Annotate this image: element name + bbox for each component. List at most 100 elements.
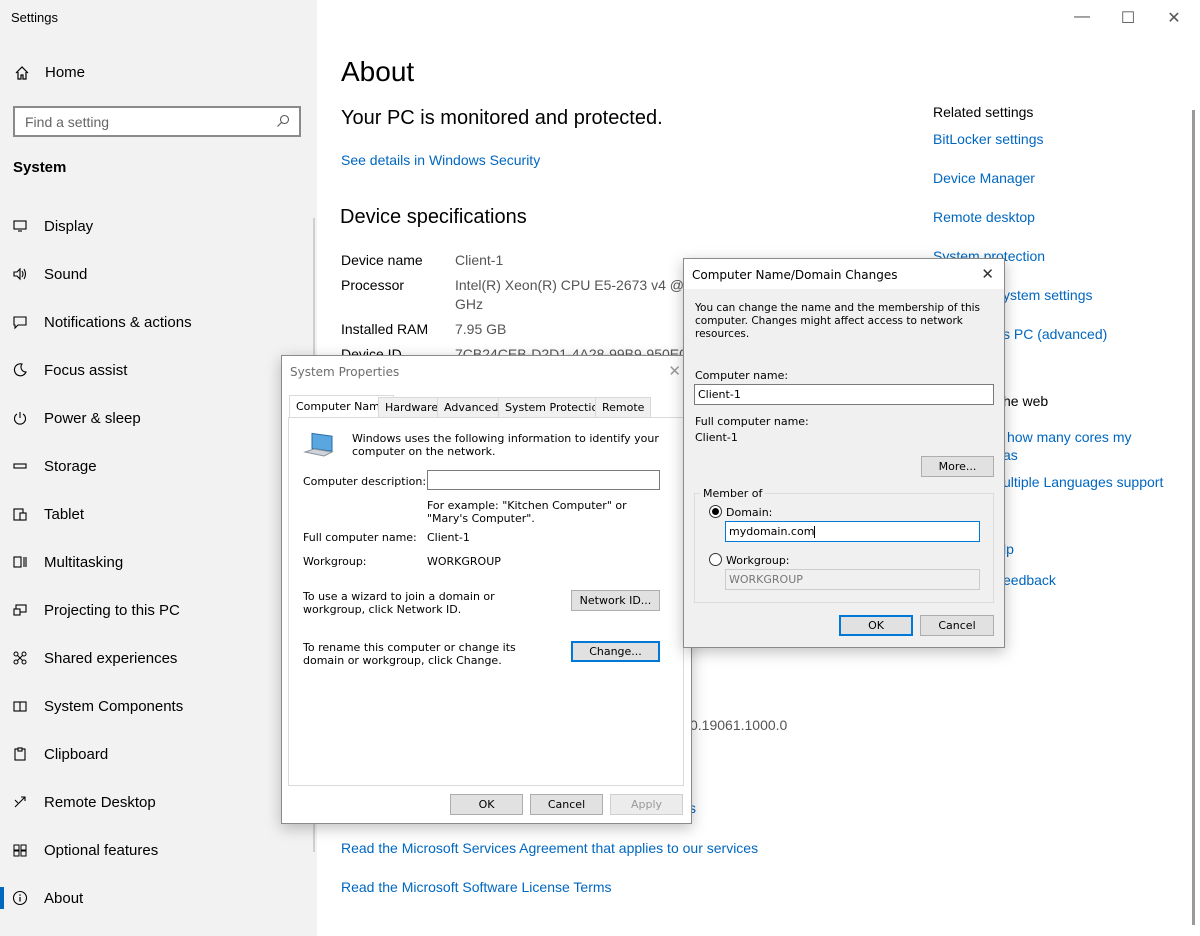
workgroup-radio-label: Workgroup: (726, 554, 790, 567)
rename-pc-link[interactable]: s PC (advanced) (1003, 326, 1107, 342)
os-build-value: 0.19061.1000.0 (690, 717, 788, 733)
cores-link-cont[interactable]: as (1003, 447, 1018, 463)
domain-radio-label: Domain: (726, 506, 773, 519)
tab-strip: Computer Name Hardware Advanced System P… (289, 395, 689, 417)
sidebar-item-clipboard[interactable]: Clipboard (0, 730, 317, 778)
sidebar-item-sound[interactable]: Sound (0, 250, 317, 298)
feedback-link[interactable]: eedback (1003, 572, 1056, 588)
sidebar-item-label: Shared experiences (44, 649, 178, 667)
sidebar-item-about[interactable]: About (0, 874, 317, 922)
sidebar-item-optional-features[interactable]: Optional features (0, 826, 317, 874)
cancel-button[interactable]: Cancel (530, 794, 603, 815)
license-terms-link[interactable]: Read the Microsoft Software License Term… (341, 879, 612, 895)
sidebar-item-multitasking[interactable]: Multitasking (0, 538, 317, 586)
sidebar-item-system-components[interactable]: System Components (0, 682, 317, 730)
sidebar-item-remote-desktop[interactable]: Remote Desktop (0, 778, 317, 826)
member-of-label: Member of (700, 487, 766, 500)
workgroup-label: Workgroup: (303, 555, 367, 568)
related-settings-heading: Related settings (933, 104, 1034, 120)
advanced-system-settings-link[interactable]: ystem settings (1003, 287, 1092, 303)
sidebar-item-shared-experiences[interactable]: Shared experiences (0, 634, 317, 682)
device-manager-link[interactable]: Device Manager (933, 170, 1035, 186)
remote-desktop-link[interactable]: Remote desktop (933, 209, 1035, 225)
computer-description-input[interactable] (427, 470, 660, 490)
sidebar-item-label: Storage (44, 457, 97, 475)
ok-button[interactable]: OK (450, 794, 523, 815)
description-example: For example: "Kitchen Computer" or "Mary… (427, 499, 627, 525)
maximize-button[interactable]: ☐ (1105, 8, 1151, 28)
security-link[interactable]: See details in Windows Security (341, 152, 540, 168)
cores-link[interactable]: how many cores my (1007, 429, 1131, 445)
text-cursor (814, 525, 816, 538)
cancel-button[interactable]: Cancel (920, 615, 994, 636)
change-button[interactable]: Change... (571, 641, 660, 662)
domain-radio[interactable] (709, 505, 722, 518)
spec-value: Intel(R) Xeon(R) CPU E5-2673 v4 @ 2 (455, 277, 696, 293)
more-button[interactable]: More... (921, 456, 994, 477)
workgroup-radio[interactable] (709, 553, 722, 566)
network-id-button[interactable]: Network ID... (571, 590, 660, 611)
tab-advanced[interactable]: Advanced (437, 397, 506, 417)
computer-name-label: Computer name: (695, 369, 789, 382)
settings-sidebar: Settings Home Find a setting System Disp… (0, 0, 317, 936)
projecting-icon (0, 602, 44, 618)
close-button[interactable]: ✕ (1151, 8, 1197, 28)
sidebar-item-label: Clipboard (44, 745, 109, 763)
close-icon[interactable]: ✕ (981, 265, 994, 283)
spec-label: Device name (341, 252, 423, 268)
apply-button[interactable]: Apply (610, 794, 683, 815)
workgroup-input[interactable]: WORKGROUP (725, 569, 980, 590)
sidebar-item-notifications-actions[interactable]: Notifications & actions (0, 298, 317, 346)
spec-value: 7.95 GB (455, 321, 507, 337)
device-specs-heading: Device specifications (340, 206, 527, 228)
close-icon[interactable]: ✕ (668, 362, 681, 380)
focus-assist-icon (0, 362, 44, 378)
spec-label: Installed RAM (341, 321, 429, 337)
computer-name-input[interactable]: Client-1 (694, 384, 994, 405)
full-name-label: Full computer name: (303, 531, 417, 544)
sidebar-item-storage[interactable]: Storage (0, 442, 317, 490)
storage-icon (0, 458, 44, 474)
search-placeholder: Find a setting (25, 113, 110, 130)
minimize-button[interactable]: — (1059, 8, 1105, 26)
shared-experiences-icon (0, 650, 44, 666)
sidebar-item-label: Focus assist (44, 361, 128, 379)
tab-hardware[interactable]: Hardware (378, 397, 446, 417)
power-icon (0, 410, 44, 426)
sidebar-item-power-sleep[interactable]: Power & sleep (0, 394, 317, 442)
notifications-icon (0, 314, 44, 330)
tab-remote[interactable]: Remote (595, 397, 652, 417)
domain-changes-dialog: Computer Name/Domain Changes ✕ You can c… (683, 258, 1005, 648)
services-agreement-link[interactable]: Read the Microsoft Services Agreement th… (341, 840, 758, 856)
page-title: About (341, 56, 415, 87)
intro-text: Windows uses the following information t… (352, 432, 659, 458)
computer-icon (303, 432, 334, 457)
remote-desktop-icon (0, 794, 44, 810)
domain-input[interactable]: mydomain.com (725, 521, 980, 542)
domain-intro-text: You can change the name and the membersh… (695, 302, 980, 340)
sidebar-item-display[interactable]: Display (0, 202, 317, 250)
tablet-icon (0, 506, 44, 522)
scrollbar[interactable] (1192, 110, 1195, 925)
sidebar-item-focus-assist[interactable]: Focus assist (0, 346, 317, 394)
sidebar-item-label: About (44, 889, 84, 907)
sidebar-item-label: Projecting to this PC (44, 601, 180, 619)
search-input[interactable]: Find a setting (13, 106, 301, 137)
sidebar-item-label: System Components (44, 697, 184, 715)
ok-button[interactable]: OK (839, 615, 913, 636)
home-nav-item[interactable]: Home (14, 64, 85, 81)
home-label: Home (45, 64, 86, 81)
sidebar-item-projecting-to-this-pc[interactable]: Projecting to this PC (0, 586, 317, 634)
full-computer-name-label: Full computer name: (695, 415, 809, 428)
search-icon (277, 114, 290, 127)
network-id-text: To use a wizard to join a domain or work… (303, 590, 495, 616)
dialog-title: System Properties (290, 365, 400, 379)
sidebar-item-label: Power & sleep (44, 409, 141, 427)
languages-link[interactable]: ultiple Languages support (1003, 474, 1163, 490)
display-icon (0, 218, 44, 234)
sidebar-item-tablet[interactable]: Tablet (0, 490, 317, 538)
bitlocker-link[interactable]: BitLocker settings (933, 131, 1044, 147)
sidebar-item-label: Display (44, 217, 94, 235)
about-icon (0, 890, 44, 906)
system-components-icon (0, 698, 44, 714)
